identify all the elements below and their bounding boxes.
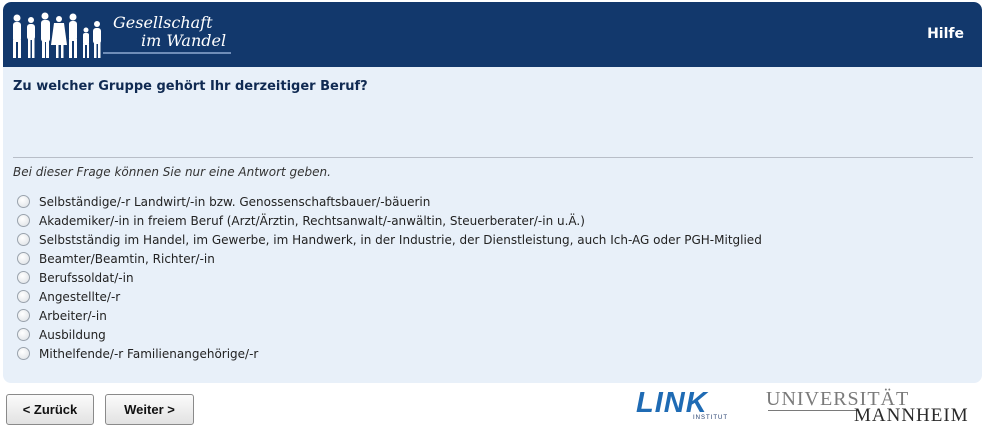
logo-underline [103,52,231,54]
link-logo-subtext: INSTITUT [693,415,728,421]
radio-button[interactable] [17,309,30,322]
option-beamter[interactable]: Beamter/Beamtin, Richter/-in [17,249,762,268]
option-arbeiter[interactable]: Arbeiter/-in [17,306,762,325]
survey-panel: Gesellschaft im Wandel Hilfe Zu welcher … [3,2,982,383]
radio-button[interactable] [17,347,30,360]
option-label: Berufssoldat/-in [39,270,134,285]
radio-button[interactable] [17,252,30,265]
answer-options: Selbständige/-r Landwirt/-in bzw. Genoss… [17,192,762,363]
option-label: Angestellte/-r [39,289,121,304]
option-label: Akademiker/-in in freiem Beruf (Arzt/Ärz… [39,213,585,228]
logo-text: Gesellschaft im Wandel [113,14,226,50]
next-button[interactable]: Weiter > [105,394,194,425]
option-label: Mithelfende/-r Familienangehörige/-r [39,346,259,361]
option-ausbildung[interactable]: Ausbildung [17,325,762,344]
radio-button[interactable] [17,233,30,246]
radio-button[interactable] [17,271,30,284]
back-button[interactable]: < Zurück [6,394,94,425]
option-selbststaendig-handel[interactable]: Selbstständig im Handel, im Gewerbe, im … [17,230,762,249]
option-angestellte[interactable]: Angestellte/-r [17,287,762,306]
help-link[interactable]: Hilfe [927,26,964,42]
logo-line2: im Wandel [141,31,227,50]
link-institut-logo: LINK INSTITUT [636,388,728,424]
header-bar: Gesellschaft im Wandel Hilfe [3,2,982,67]
option-label: Arbeiter/-in [39,308,107,323]
link-logo-text: LINK [636,387,708,419]
option-akademiker[interactable]: Akademiker/-in in freiem Beruf (Arzt/Ärz… [17,211,762,230]
question-text: Zu welcher Gruppe gehört Ihr derzeitiger… [13,79,368,94]
option-berufssoldat[interactable]: Berufssoldat/-in [17,268,762,287]
radio-button[interactable] [17,290,30,303]
radio-button[interactable] [17,195,30,208]
logo-line1: Gesellschaft [113,13,213,32]
option-label: Selbständige/-r Landwirt/-in bzw. Genoss… [39,194,431,209]
option-label: Selbstständig im Handel, im Gewerbe, im … [39,232,762,247]
option-selbstaendige-landwirt[interactable]: Selbständige/-r Landwirt/-in bzw. Genoss… [17,192,762,211]
people-silhouette-logo-icon [13,12,101,58]
option-label: Ausbildung [39,327,106,342]
option-mithelfende[interactable]: Mithelfende/-r Familienangehörige/-r [17,344,762,363]
option-label: Beamter/Beamtin, Richter/-in [39,251,215,266]
uni-logo-line2: MANNHEIM [854,405,969,426]
divider [13,157,973,158]
radio-button[interactable] [17,214,30,227]
radio-button[interactable] [17,328,30,341]
universitaet-mannheim-logo: UNIVERSITÄT MANNHEIM [766,388,969,428]
uni-logo-rule [768,410,858,411]
answer-hint: Bei dieser Frage können Sie nur eine Ant… [13,165,331,179]
